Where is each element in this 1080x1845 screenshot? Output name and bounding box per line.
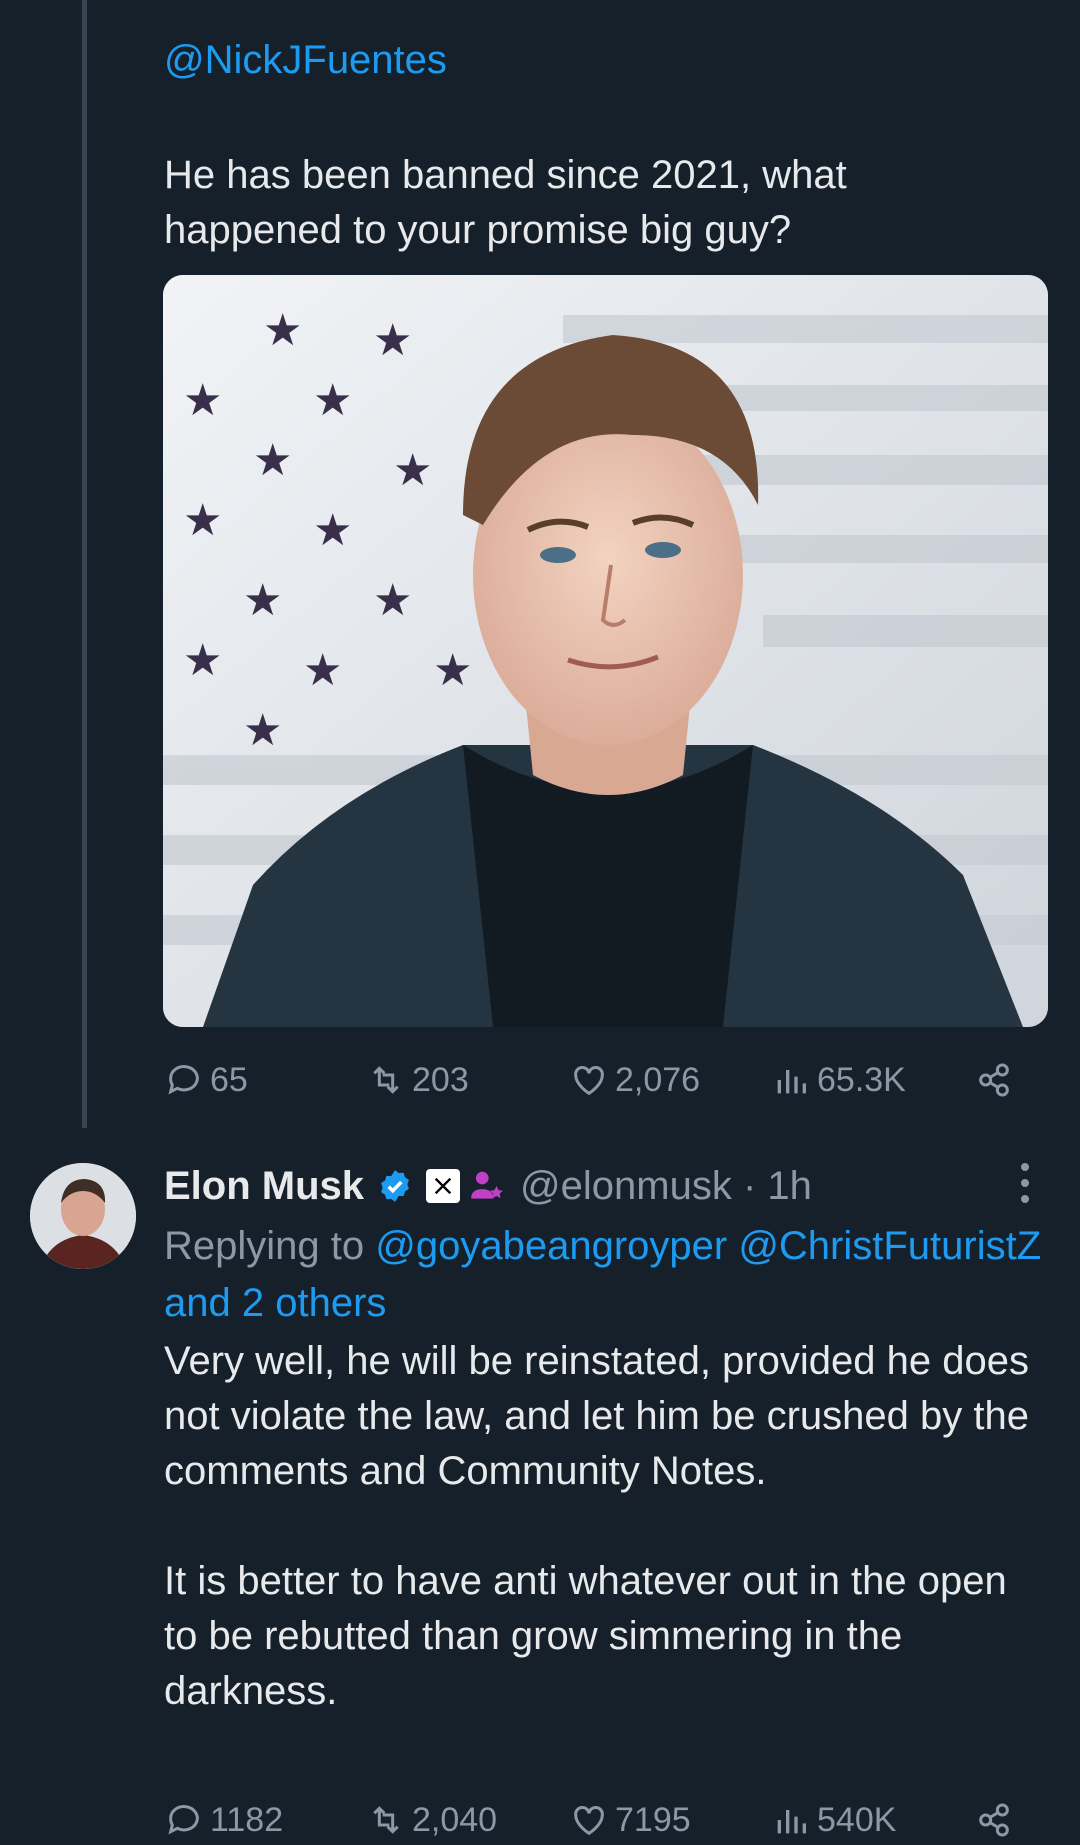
like-button[interactable]: 2,076 bbox=[569, 1060, 700, 1100]
svg-text:★: ★ bbox=[393, 445, 432, 496]
reply-count: 65 bbox=[210, 1060, 248, 1099]
avatar[interactable] bbox=[30, 1163, 136, 1269]
repost-button[interactable]: 2,040 bbox=[366, 1800, 497, 1840]
handle-and-time: @elonmusk · 1h bbox=[520, 1163, 812, 1208]
share-button[interactable] bbox=[974, 1800, 1020, 1840]
svg-text:★: ★ bbox=[263, 305, 302, 356]
photo-man-flag-icon: ★ ★ ★ ★ ★ ★ ★ ★ ★ ★ ★ ★ ★ ★ bbox=[163, 275, 1048, 1027]
svg-text:★: ★ bbox=[313, 375, 352, 426]
like-count: 2,076 bbox=[615, 1060, 701, 1099]
heart-icon bbox=[574, 1806, 604, 1836]
replying-to: Replying to @goyabeangroyper @ChristFutu… bbox=[164, 1218, 1044, 1332]
share-button[interactable] bbox=[974, 1060, 1020, 1100]
view-count: 540K bbox=[817, 1800, 897, 1839]
replying-to-prefix: Replying to bbox=[164, 1224, 365, 1268]
like-count: 7195 bbox=[615, 1800, 691, 1839]
repost-button[interactable]: 203 bbox=[366, 1060, 469, 1100]
reply-button[interactable]: 65 bbox=[164, 1060, 248, 1100]
parent-tweet-text: He has been banned since 2021, what happ… bbox=[164, 153, 847, 252]
more-options-icon[interactable] bbox=[1012, 1160, 1038, 1206]
repost-icon bbox=[373, 1806, 399, 1834]
x-affiliation-badge-icon[interactable] bbox=[426, 1169, 461, 1203]
mention-link[interactable]: @NickJFuentes bbox=[164, 38, 447, 83]
svg-text:★: ★ bbox=[373, 315, 412, 366]
tweet-photo[interactable]: ★ ★ ★ ★ ★ ★ ★ ★ ★ ★ ★ ★ ★ ★ bbox=[163, 275, 1048, 1027]
svg-text:★: ★ bbox=[373, 575, 412, 626]
svg-text:★: ★ bbox=[303, 645, 342, 696]
view-count: 65.3K bbox=[817, 1060, 906, 1099]
repost-count: 203 bbox=[412, 1060, 469, 1099]
reply-paragraph-2: It is better to have anti whatever out i… bbox=[164, 1559, 1007, 1713]
svg-text:★: ★ bbox=[433, 645, 472, 696]
repost-icon bbox=[373, 1066, 399, 1094]
svg-text:★: ★ bbox=[313, 505, 352, 556]
parent-tweet-actions: 65 203 2,076 65.3K bbox=[164, 1055, 1024, 1105]
like-button[interactable]: 7195 bbox=[569, 1800, 691, 1840]
thread-connector-line bbox=[82, 0, 87, 1128]
share-icon bbox=[979, 1803, 1009, 1837]
views-button[interactable]: 65.3K bbox=[771, 1060, 906, 1100]
affiliate-user-icon[interactable] bbox=[468, 1167, 506, 1205]
avatar-portrait-icon bbox=[30, 1163, 136, 1269]
reply-paragraph-1: Very well, he will be reinstated, provid… bbox=[164, 1339, 1029, 1493]
svg-text:★: ★ bbox=[243, 705, 282, 756]
svg-text:★: ★ bbox=[243, 575, 282, 626]
svg-text:★: ★ bbox=[183, 495, 222, 546]
svg-text:★: ★ bbox=[183, 635, 222, 686]
author-name[interactable]: Elon Musk bbox=[164, 1164, 364, 1209]
reply-button[interactable]: 1182 bbox=[164, 1800, 283, 1840]
repost-count: 2,040 bbox=[412, 1800, 498, 1839]
reply-count: 1182 bbox=[210, 1800, 284, 1839]
views-icon bbox=[777, 1070, 806, 1094]
reply-tweet-text: Very well, he will be reinstated, provid… bbox=[164, 1334, 1034, 1719]
svg-text:★: ★ bbox=[253, 435, 292, 486]
verified-badge-icon[interactable] bbox=[376, 1167, 414, 1205]
reply-icon bbox=[168, 1065, 199, 1095]
x-logo-icon bbox=[434, 1177, 452, 1195]
svg-text:★: ★ bbox=[183, 375, 222, 426]
author-row: Elon Musk @elonmusk · 1h bbox=[164, 1160, 812, 1212]
views-icon bbox=[777, 1810, 806, 1834]
share-icon bbox=[979, 1063, 1009, 1097]
reply-icon bbox=[168, 1805, 199, 1835]
reply-tweet-actions: 1182 2,040 7195 540K bbox=[164, 1795, 1024, 1845]
views-button[interactable]: 540K bbox=[771, 1800, 896, 1840]
heart-icon bbox=[574, 1066, 604, 1096]
